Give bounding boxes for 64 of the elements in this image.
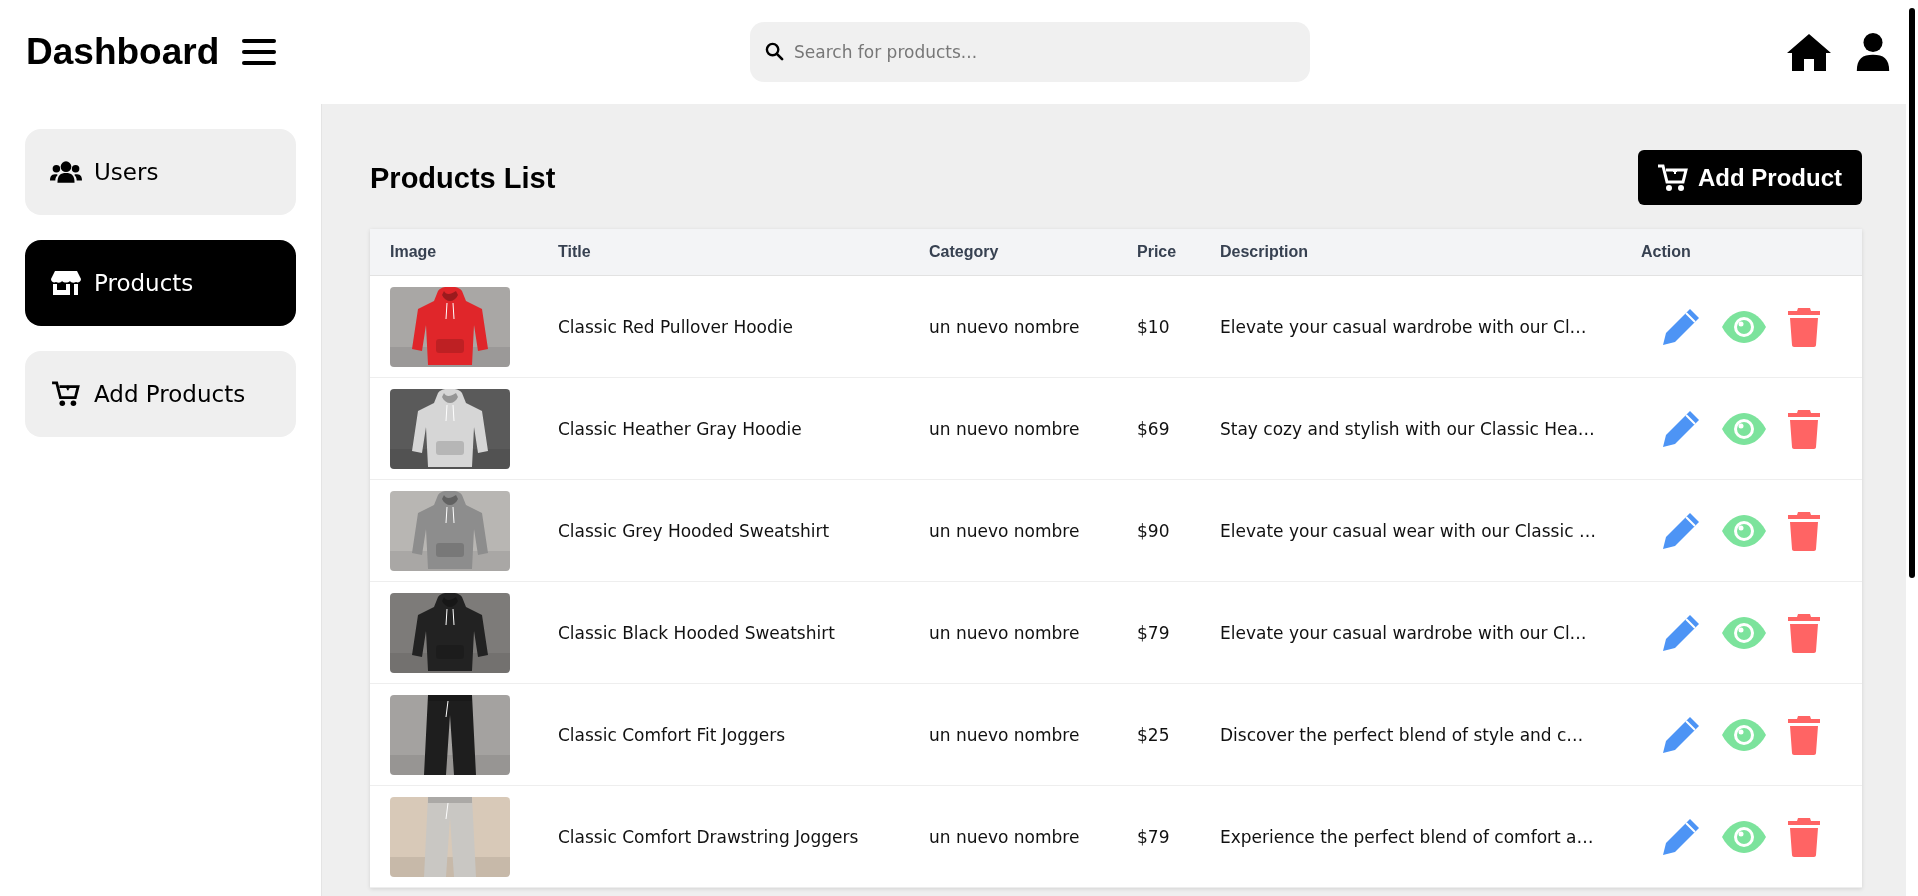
page-heading: Products List xyxy=(370,162,556,195)
column-header: Category xyxy=(929,243,1000,261)
description-cell-text: Stay cozy and stylish with our Classic Hea… xyxy=(1220,418,1596,439)
price-cell-text: $10 xyxy=(1137,316,1171,337)
delete-icon[interactable] xyxy=(1787,306,1821,347)
price-cell-text: $79 xyxy=(1137,622,1171,643)
product-title: Classic Red Pullover Hoodie xyxy=(558,316,794,337)
description-cell-text: Discover the perfect blend of style and c… xyxy=(1220,724,1585,745)
price-cell-text: $79 xyxy=(1137,826,1171,847)
description-cell-text: Elevate your casual wear with our Classic … xyxy=(1220,520,1597,541)
column-header: Price xyxy=(1137,243,1178,261)
delete-icon[interactable] xyxy=(1787,510,1821,551)
product-title: Classic Grey Hooded Sweatshirt xyxy=(558,520,831,541)
edit-icon[interactable] xyxy=(1661,306,1701,347)
category-cell-text: un nuevo nombre xyxy=(929,622,1081,643)
delete-icon[interactable] xyxy=(1787,714,1821,755)
edit-icon[interactable] xyxy=(1661,816,1701,857)
home-icon[interactable] xyxy=(1786,32,1832,72)
sidebar-item[interactable]: Users xyxy=(25,129,296,215)
price-cell-text: $90 xyxy=(1137,520,1171,541)
product-title: Classic Comfort Fit Joggers xyxy=(558,724,787,745)
cart-plus-icon xyxy=(50,381,82,407)
users-icon xyxy=(50,159,82,185)
search-field[interactable]: Search for products... xyxy=(750,22,1310,82)
delete-icon[interactable] xyxy=(1787,612,1821,653)
view-icon[interactable] xyxy=(1721,309,1767,344)
edit-icon[interactable] xyxy=(1661,510,1701,551)
description-cell-text: Experience the perfect blend of comfort a… xyxy=(1220,826,1595,847)
sidebar-item[interactable]: Products xyxy=(25,240,296,326)
view-icon[interactable] xyxy=(1721,717,1767,752)
category-cell-text: un nuevo nombre xyxy=(929,826,1081,847)
edit-icon[interactable] xyxy=(1661,714,1701,755)
description-cell-text: Elevate your casual wardrobe with our Cl… xyxy=(1220,316,1588,337)
delete-icon[interactable] xyxy=(1787,816,1821,857)
app-title: Dashboard xyxy=(26,31,220,73)
cart-plus-icon xyxy=(1658,163,1688,192)
category-cell-text: un nuevo nombre xyxy=(929,520,1081,541)
delete-icon[interactable] xyxy=(1787,408,1821,449)
product-title: Classic Heather Gray Hoodie xyxy=(558,418,803,439)
edit-icon[interactable] xyxy=(1661,612,1701,653)
product-title: Classic Black Hooded Sweatshirt xyxy=(558,622,836,643)
edit-icon[interactable] xyxy=(1661,408,1701,449)
sidebar-item[interactable]: Add Products xyxy=(25,351,296,437)
scrollbar-thumb[interactable] xyxy=(1909,8,1915,578)
view-icon[interactable] xyxy=(1721,513,1767,548)
category-cell-text: un nuevo nombre xyxy=(929,724,1081,745)
menu-icon[interactable] xyxy=(241,37,278,67)
price-cell-text: $69 xyxy=(1137,418,1171,439)
search-icon xyxy=(765,42,784,61)
user-icon[interactable] xyxy=(1854,32,1892,72)
description-cell-text: Elevate your casual wardrobe with our Cl… xyxy=(1220,622,1588,643)
price-cell-text: $25 xyxy=(1137,724,1171,745)
category-cell-text: un nuevo nombre xyxy=(929,418,1081,439)
view-icon[interactable] xyxy=(1721,819,1767,854)
column-header: Title xyxy=(558,243,592,261)
store-icon xyxy=(50,270,82,296)
column-header: Image xyxy=(390,243,438,261)
category-cell-text: un nuevo nombre xyxy=(929,316,1081,337)
product-title: Classic Comfort Drawstring Joggers xyxy=(558,826,860,847)
view-icon[interactable] xyxy=(1721,411,1767,446)
column-header: Description xyxy=(1220,243,1309,261)
column-header: Action xyxy=(1641,243,1692,261)
add-product-button[interactable]: Add Product xyxy=(1638,150,1862,205)
view-icon[interactable] xyxy=(1721,615,1767,650)
